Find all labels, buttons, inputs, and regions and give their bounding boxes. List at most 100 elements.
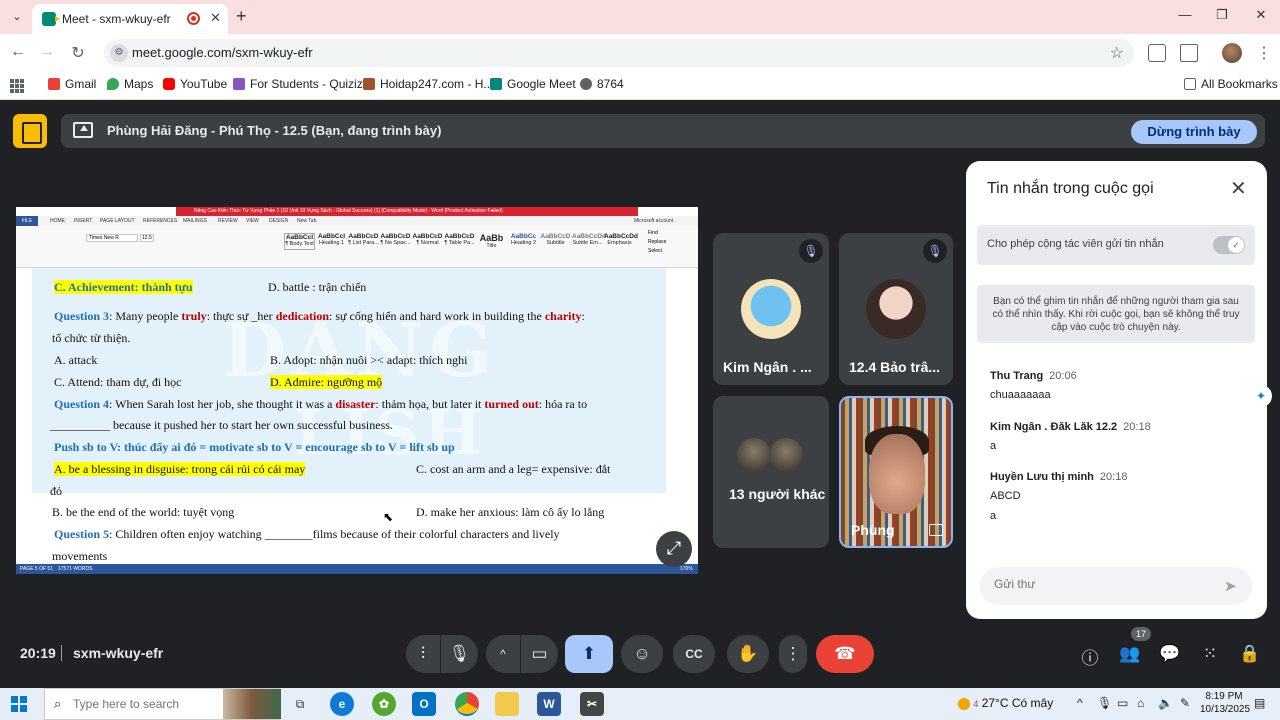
style-body-text[interactable]: AaBbCcI ¶ Body Text (284, 233, 315, 250)
word-menu-insert[interactable]: INSERT (74, 218, 92, 224)
video-options-chevron-icon[interactable]: ^ (486, 635, 520, 673)
style-subtle-emphasis[interactable]: AaBbCcDd Subtle Em... (572, 233, 606, 250)
camera-icon[interactable]: ▭ (521, 635, 558, 673)
allow-messages-toggle[interactable] (1213, 236, 1245, 254)
style-title[interactable]: AaBb Title (476, 233, 507, 250)
captions-icon[interactable]: CC (673, 635, 715, 673)
others-tile[interactable]: 13 người khác (713, 396, 829, 548)
activities-grid-icon[interactable]: ⁙ (1198, 644, 1222, 664)
picture-in-picture-icon[interactable] (929, 524, 943, 536)
word-menu-mailings[interactable]: MAILINGS (183, 218, 207, 224)
language-pen-icon[interactable]: ✎ (1180, 696, 1190, 710)
style-list-para[interactable]: AaBbCcD ¶ List Para... (348, 233, 379, 250)
word-menu-home[interactable]: HOME (50, 218, 65, 224)
word-menu-design[interactable]: DESIGN (269, 218, 288, 224)
forward-arrow-icon[interactable]: → (36, 43, 58, 61)
participant-tile[interactable]: 🎙 Kim Ngân . ... (713, 233, 829, 385)
word-menu-review[interactable]: REVIEW (218, 218, 238, 224)
emoji-reaction-icon[interactable]: ☺ (621, 635, 663, 673)
tab-close-icon[interactable]: ✕ (210, 10, 221, 26)
microphone-icon[interactable]: 🎙 (441, 635, 478, 673)
host-controls-lock-icon[interactable]: 🔒 (1238, 644, 1262, 664)
bookmark-8764[interactable]: 8764 (580, 77, 624, 91)
self-tile[interactable]: Phùng (839, 396, 953, 548)
style-normal[interactable]: AaBbCcD ¶ Normal (412, 233, 443, 250)
style-table-para[interactable]: AaBbCcD ¶ Table Pa... (444, 233, 475, 250)
taskbar-clock[interactable]: 8:19 PM 10/13/2025 (1200, 690, 1250, 716)
select-button[interactable]: Select (648, 248, 662, 254)
new-tab-plus-icon[interactable]: + (236, 6, 247, 27)
chrome-icon[interactable] (455, 692, 479, 716)
more-options-icon[interactable]: ⋮ (779, 635, 807, 673)
send-icon[interactable]: ➤ (1224, 577, 1237, 595)
bookmark-maps[interactable]: Maps (107, 77, 153, 91)
tray-chevron-icon[interactable]: ^ (1077, 696, 1083, 710)
stop-presenting-button[interactable]: Dừng trình bày (1131, 120, 1257, 144)
word-menu-new-tab[interactable]: New Tab (297, 218, 316, 224)
notifications-icon[interactable]: ▤ (1254, 696, 1265, 710)
taskbar-search-input[interactable] (73, 697, 223, 711)
snipping-tool-icon[interactable]: ✂ (580, 692, 604, 716)
bookmark-youtube[interactable]: YouTube (163, 77, 227, 91)
chat-input[interactable] (994, 577, 1214, 591)
style-heading-2[interactable]: AaBbCc Heading 2 (508, 233, 539, 250)
window-close-icon[interactable]: ✕ (1250, 7, 1272, 23)
fullscreen-expand-icon[interactable]: ⤢ (656, 531, 692, 567)
minimize-icon[interactable]: — (1174, 7, 1196, 22)
word-icon[interactable]: W (537, 692, 561, 716)
word-menu-page-layout[interactable]: PAGE LAYOUT (100, 218, 135, 224)
outlook-icon[interactable]: O (412, 692, 436, 716)
status-zoom[interactable]: 170% (680, 566, 693, 572)
word-menu-view[interactable]: VIEW (246, 218, 259, 224)
audio-settings-icon[interactable]: ⫶ (406, 635, 440, 673)
bookmark-star-icon[interactable]: ☆ (1110, 43, 1124, 63)
apps-grid-icon[interactable] (10, 79, 24, 93)
chat-input-box[interactable]: ➤ (980, 567, 1252, 605)
green-app-icon[interactable]: ✿ (372, 692, 396, 716)
bookmark-google-meet[interactable]: Google Meet (490, 77, 576, 91)
meeting-info-icon[interactable]: ⓘ (1078, 644, 1102, 669)
task-view-icon[interactable]: ⧉ (288, 692, 312, 716)
people-icon[interactable]: 👥 (1118, 644, 1142, 664)
network-icon[interactable]: ⌂ (1137, 696, 1144, 710)
bookmark-hoidap247[interactable]: Hoidap247.com - H... (363, 77, 493, 91)
windows-start-icon[interactable] (11, 696, 27, 712)
url-text[interactable]: meet.google.com/sxm-wkuy-efr (132, 45, 313, 60)
all-bookmarks[interactable]: All Bookmarks (1184, 77, 1278, 91)
raise-hand-icon[interactable]: ✋ (727, 635, 769, 673)
bookmark-quizizz[interactable]: For Students - Quizizz (233, 77, 369, 91)
weather-widget[interactable]: 4 27°C Có mây (958, 696, 1053, 710)
word-menu-file[interactable]: FILE (16, 216, 38, 226)
reload-icon[interactable]: ↻ (67, 43, 89, 63)
style-subtitle[interactable]: AaBbCcD Subtitle (540, 233, 571, 250)
site-info-icon[interactable]: ⚙ (110, 44, 128, 62)
word-account[interactable]: Microsoft account (634, 218, 673, 224)
style-emphasis[interactable]: AaBbCcDd Emphasis (604, 233, 638, 250)
tab-meet[interactable]: Meet - sxm-wkuy-efr ✕ (32, 4, 228, 34)
find-button[interactable]: Find (648, 230, 658, 236)
tab-search-chevron-icon[interactable]: ⌄ (6, 7, 28, 27)
chat-close-icon[interactable]: ✕ (1230, 176, 1247, 201)
end-call-icon[interactable]: ☎ (816, 635, 874, 673)
gemini-sparkle-icon[interactable]: ✦ (1250, 385, 1272, 407)
bookmark-gmail[interactable]: Gmail (48, 77, 96, 91)
font-name-box[interactable]: Times New R (86, 234, 138, 242)
file-explorer-icon[interactable] (495, 692, 519, 716)
back-arrow-icon[interactable]: ← (7, 43, 29, 61)
chat-icon[interactable]: 💬 (1158, 644, 1182, 664)
chrome-menu-icon[interactable]: ⋮ (1256, 43, 1272, 63)
volume-icon[interactable]: 🔈 (1158, 696, 1173, 710)
maximize-icon[interactable]: ❐ (1211, 7, 1233, 23)
participant-tile[interactable]: 🎙 12.4 Bảo trâ... (839, 233, 953, 385)
taskbar-search[interactable]: ⌕ (44, 688, 281, 720)
tray-mic-icon[interactable]: 🎙 (1097, 696, 1112, 710)
font-size-box[interactable]: 12.5 (140, 234, 154, 242)
edge-icon[interactable]: e (330, 692, 354, 716)
profile-avatar[interactable] (1222, 43, 1242, 63)
address-bar[interactable]: ⚙ meet.google.com/sxm-wkuy-efr ☆ (104, 39, 1134, 67)
tray-device-icon[interactable]: ▭ (1117, 696, 1128, 710)
replace-button[interactable]: Replace (648, 239, 666, 245)
style-heading-1[interactable]: AaBbCcI Heading 1 (316, 233, 347, 250)
install-app-icon[interactable] (1148, 44, 1166, 62)
style-no-spacing[interactable]: AaBbCcD ¶ No Spac... (380, 233, 411, 250)
